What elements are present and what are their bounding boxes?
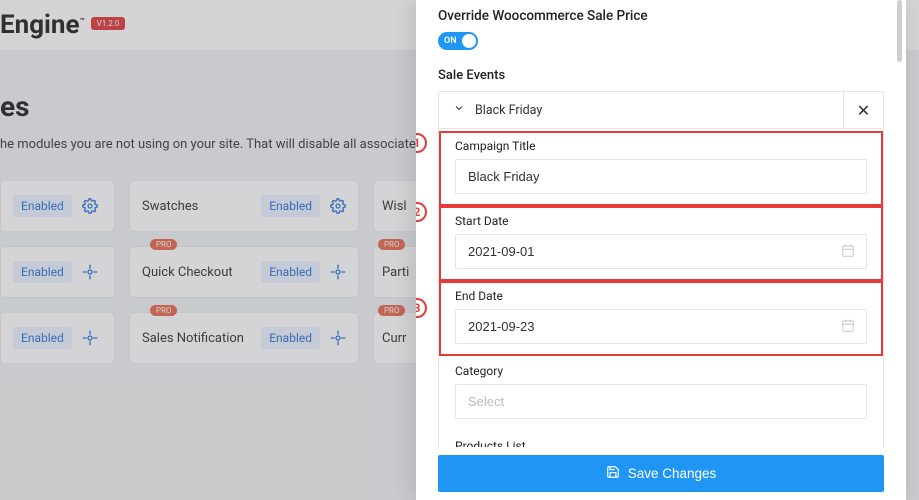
gear-icon[interactable] (82, 198, 98, 214)
enabled-badge: Enabled (13, 327, 72, 349)
module-card[interactable]: Enabled (0, 180, 115, 232)
start-date-group: Start Date (439, 206, 883, 281)
pro-badge: PRO (378, 305, 405, 316)
save-changes-button[interactable]: Save Changes (438, 455, 884, 492)
accordion-body: 1 Campaign Title 2 Start Date 3 End Date (438, 129, 884, 500)
module-name: Parti (382, 265, 409, 280)
module-card[interactable]: Enabled (0, 246, 115, 298)
module-name: Curr (382, 331, 406, 346)
gear-icon[interactable] (82, 264, 98, 280)
module-name: Quick Checkout (142, 265, 251, 280)
enabled-badge: Enabled (13, 195, 72, 217)
close-icon: ✕ (857, 101, 870, 120)
pro-badge: PRO (150, 305, 177, 316)
calendar-icon[interactable] (841, 317, 855, 336)
enabled-badge: Enabled (261, 327, 320, 349)
logo-text: Engine (0, 10, 80, 40)
campaign-title-input[interactable] (455, 159, 867, 194)
gear-icon[interactable] (330, 264, 346, 280)
chevron-down-icon (453, 102, 465, 118)
enabled-badge: Enabled (261, 261, 320, 283)
enabled-badge: Enabled (261, 195, 320, 217)
category-select[interactable] (455, 384, 867, 419)
category-label: Category (455, 364, 867, 378)
toggle-label: ON (444, 36, 457, 46)
step-marker-2: 2 (416, 202, 427, 222)
calendar-icon[interactable] (841, 242, 855, 261)
module-card-swatches[interactable]: Swatches Enabled (129, 180, 359, 232)
app-logo: Engine™ (0, 10, 85, 40)
pro-badge: PRO (150, 239, 177, 250)
category-group: Category (439, 356, 883, 431)
panel-scrollbar[interactable] (897, 0, 902, 62)
module-card[interactable]: Enabled (0, 312, 115, 364)
campaign-title-group: Campaign Title (439, 131, 883, 206)
accordion-close-button[interactable]: ✕ (843, 92, 883, 128)
accordion-title: Black Friday (475, 103, 542, 118)
save-button-label: Save Changes (628, 466, 717, 481)
end-date-group: End Date (439, 281, 883, 356)
save-icon (606, 465, 620, 482)
accordion-toggle[interactable]: Black Friday (439, 92, 843, 128)
module-name: Sales Notification (142, 331, 251, 346)
end-date-input[interactable] (455, 309, 867, 344)
pro-badge: PRO (378, 239, 405, 250)
start-date-label: Start Date (455, 214, 867, 228)
gear-icon[interactable] (82, 330, 98, 346)
module-name: Wisl (382, 199, 407, 214)
enabled-badge: Enabled (13, 261, 72, 283)
override-title: Override Woocommerce Sale Price (438, 8, 884, 24)
end-date-label: End Date (455, 289, 867, 303)
module-card-sales-notification[interactable]: PRO Sales Notification Enabled (129, 312, 359, 364)
accordion-header[interactable]: Black Friday ✕ (438, 91, 884, 129)
settings-panel: Override Woocommerce Sale Price ON Sale … (416, 0, 906, 500)
module-card-quick-checkout[interactable]: PRO Quick Checkout Enabled (129, 246, 359, 298)
module-name: Swatches (142, 199, 251, 214)
save-bar: Save Changes (416, 447, 906, 500)
step-marker-3: 3 (416, 298, 427, 318)
step-marker-1: 1 (416, 133, 427, 153)
override-toggle[interactable]: ON (438, 32, 478, 50)
version-badge: V1.2.0 (91, 17, 126, 30)
sale-events-label: Sale Events (438, 68, 884, 83)
gear-icon[interactable] (330, 330, 346, 346)
start-date-input[interactable] (455, 234, 867, 269)
campaign-title-label: Campaign Title (455, 139, 867, 153)
gear-icon[interactable] (330, 198, 346, 214)
